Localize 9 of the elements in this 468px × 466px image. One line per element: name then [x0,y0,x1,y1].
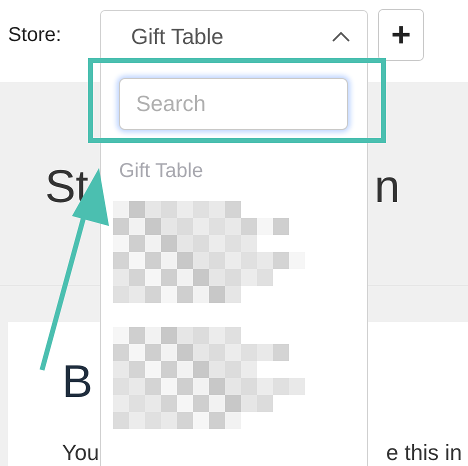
search-field[interactable]: Search [119,78,348,130]
store-label: Store: [8,24,62,47]
card-text: You [62,440,100,466]
card-text: e this in [386,440,462,466]
card-title: B [62,358,93,404]
chevron-icon [331,30,351,42]
add-button[interactable]: + [378,9,424,61]
option-group-label: Gift Table [119,160,204,183]
page-heading: n [374,163,400,214]
